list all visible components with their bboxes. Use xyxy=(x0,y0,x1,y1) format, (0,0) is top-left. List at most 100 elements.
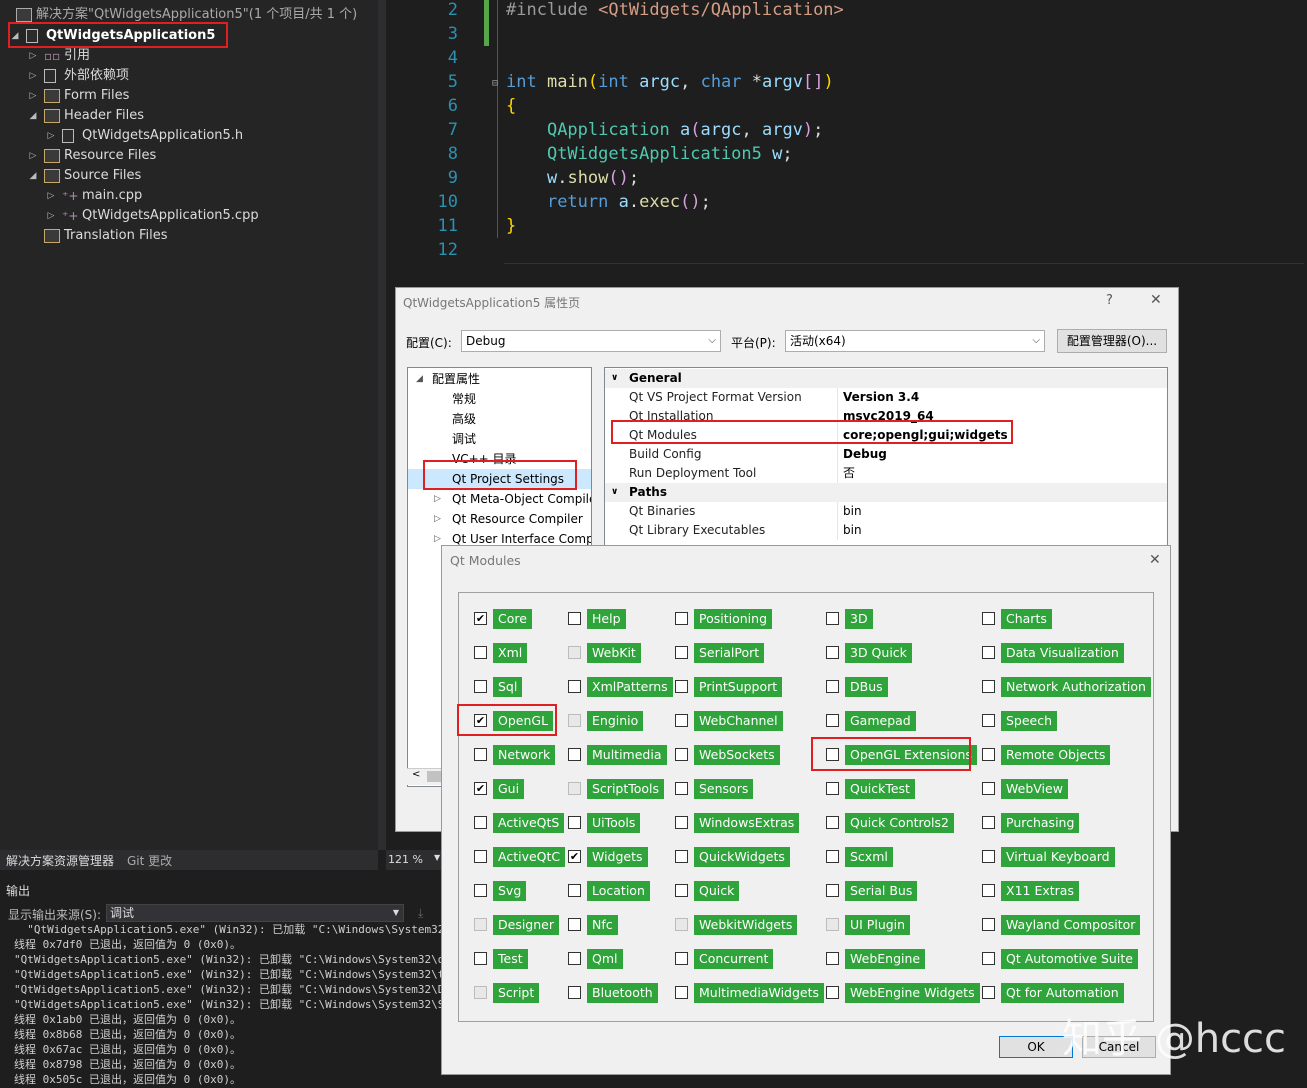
expand-arrow-icon[interactable]: ▷ xyxy=(28,86,38,106)
tree-item[interactable]: ◢ Source Files xyxy=(0,166,378,186)
help-button[interactable]: ? xyxy=(1106,293,1113,308)
checkbox-box xyxy=(982,918,995,931)
property-row[interactable]: Qt VS Project Format Version Version 3.4 xyxy=(605,388,1167,407)
tree-item[interactable]: ◢ Header Files xyxy=(0,106,378,126)
config-tree-item[interactable]: ▷ Qt Resource Compiler xyxy=(408,509,591,529)
module-label: Data Visualization xyxy=(1001,643,1124,663)
highlight-qt-project-settings xyxy=(423,460,577,490)
module-label: WebKit xyxy=(587,643,641,663)
platform-select[interactable]: 活动(x64) ⌵ xyxy=(785,330,1045,352)
property-section[interactable]: ∨ General xyxy=(605,369,1167,388)
tab-git-changes[interactable]: Git 更改 xyxy=(127,852,172,869)
checkbox-box xyxy=(982,986,995,999)
checkbox-box xyxy=(826,952,839,965)
code-line-9: w.show(); xyxy=(546,168,640,188)
property-row[interactable]: Run Deployment Tool 否 xyxy=(605,464,1167,483)
modules-grid: ✔ Core Xml Sql ✔ OpenGL Network ✔ Gui ActiveQtS Ac… xyxy=(458,592,1154,1022)
expand-arrow-icon[interactable]: ◢ xyxy=(28,106,38,126)
property-section[interactable]: ∨ Paths xyxy=(605,483,1167,502)
clear-output-icon[interactable]: ⤓ xyxy=(418,906,423,921)
output-panel: 输出 显示输出来源(S): 调试 ▼ ⤓ "QtWidgetsApplicati… xyxy=(0,872,491,1088)
tree-item[interactable]: ▷ ⁺+ QtWidgetsApplication5.cpp xyxy=(0,206,378,226)
module-label: MultimediaWidgets xyxy=(694,983,825,1003)
module-label: Enginio xyxy=(587,711,644,731)
expand-arrow-icon[interactable]: ▷ xyxy=(434,509,441,529)
config-tree-label: 调试 xyxy=(452,432,477,446)
expand-arrow-icon[interactable]: ▷ xyxy=(46,206,56,226)
output-source-select[interactable]: 调试 ▼ xyxy=(106,904,404,922)
module-label: WebView xyxy=(1001,779,1068,799)
close-button[interactable]: ✕ xyxy=(1150,292,1162,308)
tree-item[interactable]: ▷ Form Files xyxy=(0,86,378,106)
code-editor[interactable]: 2 3 4 5 6 7 8 9 10 11 12 ⊟ #include <QtWidgets/QAp… xyxy=(386,0,1307,285)
zoom-level[interactable]: 121 % ▼ xyxy=(386,850,446,870)
tree-item[interactable]: ▷ Resource Files xyxy=(0,146,378,166)
tree-item[interactable]: Translation Files xyxy=(0,226,378,246)
module-label: Core xyxy=(493,609,532,629)
dialog-title: Qt Modules xyxy=(450,553,521,568)
expand-arrow-icon[interactable]: ▷ xyxy=(28,46,38,66)
expand-arrow-icon[interactable]: ▷ xyxy=(434,529,441,549)
expand-arrow-icon[interactable]: ▷ xyxy=(434,489,441,509)
checkbox-box xyxy=(474,884,487,897)
collapse-arrow-icon[interactable]: ∨ xyxy=(611,369,618,388)
expand-arrow-icon[interactable]: ◢ xyxy=(28,166,38,186)
close-button[interactable]: ✕ xyxy=(1149,552,1161,568)
tab-solution-explorer[interactable]: 解决方案资源管理器 xyxy=(6,852,114,869)
config-select[interactable]: Debug ⌵ xyxy=(461,330,721,352)
config-manager-button[interactable]: 配置管理器(O)... xyxy=(1057,329,1167,353)
tree-item[interactable]: ▷ 外部依赖项 xyxy=(0,66,378,86)
property-row[interactable]: Qt Binaries bin xyxy=(605,502,1167,521)
tree-item[interactable]: ▷ QtWidgetsApplication5.h xyxy=(0,126,378,146)
column-separator xyxy=(837,388,838,407)
config-tree-item[interactable]: 常规 xyxy=(408,389,591,409)
config-tree-item[interactable]: ◢ 配置属性 xyxy=(408,369,591,389)
property-row[interactable]: Build Config Debug xyxy=(605,445,1167,464)
property-value: bin xyxy=(843,504,862,518)
tree-item[interactable]: ▷ ▫▫ 引用 xyxy=(0,46,378,66)
folder-icon xyxy=(44,109,60,123)
code-line-6: { xyxy=(506,96,517,116)
platform-value: 活动(x64) xyxy=(790,334,846,348)
expand-arrow-icon[interactable]: ◢ xyxy=(416,369,423,389)
module-label: WebEngine Widgets xyxy=(845,983,980,1003)
check-icon: ✔ xyxy=(474,612,487,625)
expand-arrow-icon[interactable]: ▷ xyxy=(46,126,56,146)
checkbox-box xyxy=(568,612,581,625)
config-tree-item[interactable]: 调试 xyxy=(408,429,591,449)
collapse-arrow-icon[interactable]: ∨ xyxy=(611,483,618,502)
expand-arrow-icon[interactable]: ▷ xyxy=(46,186,56,206)
config-value: Debug xyxy=(466,334,506,348)
checkbox-box xyxy=(568,884,581,897)
module-label: Scxml xyxy=(845,847,893,867)
checkbox-box xyxy=(982,612,995,625)
config-tree-item[interactable]: ▷ Qt Meta-Object Compile xyxy=(408,489,591,509)
expand-arrow-icon[interactable]: ▷ xyxy=(28,66,38,86)
checkbox-box xyxy=(982,782,995,795)
checkbox-box xyxy=(474,986,487,999)
property-row[interactable]: Qt Library Executables bin xyxy=(605,521,1167,540)
tree-item-label: QtWidgetsApplication5.h xyxy=(82,128,244,143)
module-label: SerialPort xyxy=(694,643,765,663)
output-line: "QtWidgetsApplication5.exe" (Win32): 已卸载… xyxy=(14,998,478,1011)
checkbox-box xyxy=(675,918,688,931)
tree-item-label: QtWidgetsApplication5.cpp xyxy=(82,208,259,223)
module-label: WebChannel xyxy=(694,711,783,731)
output-line: 线程 0x67ac 已退出，返回值为 0 (0x0)。 xyxy=(14,1043,241,1056)
output-line: 线程 0x7df0 已退出，返回值为 0 (0x0)。 xyxy=(14,938,241,951)
output-source-value: 调试 xyxy=(110,906,135,920)
property-value: Debug xyxy=(843,447,887,461)
checkbox-box xyxy=(474,850,487,863)
column-separator xyxy=(837,521,838,540)
platform-label: 平台(P): xyxy=(731,336,776,350)
expand-arrow-icon[interactable]: ▷ xyxy=(28,146,38,166)
tree-item[interactable]: ▷ ⁺+ main.cpp xyxy=(0,186,378,206)
solution-scrollbar[interactable] xyxy=(378,0,386,850)
property-name: Qt VS Project Format Version xyxy=(629,390,802,404)
checkbox-box xyxy=(568,952,581,965)
module-label: Multimedia xyxy=(587,745,667,765)
config-tree-item[interactable]: 高级 xyxy=(408,409,591,429)
module-label: DBus xyxy=(845,677,888,697)
chevron-down-icon: ⌵ xyxy=(1032,335,1040,346)
collapse-icon[interactable]: ⊟ xyxy=(492,78,498,89)
